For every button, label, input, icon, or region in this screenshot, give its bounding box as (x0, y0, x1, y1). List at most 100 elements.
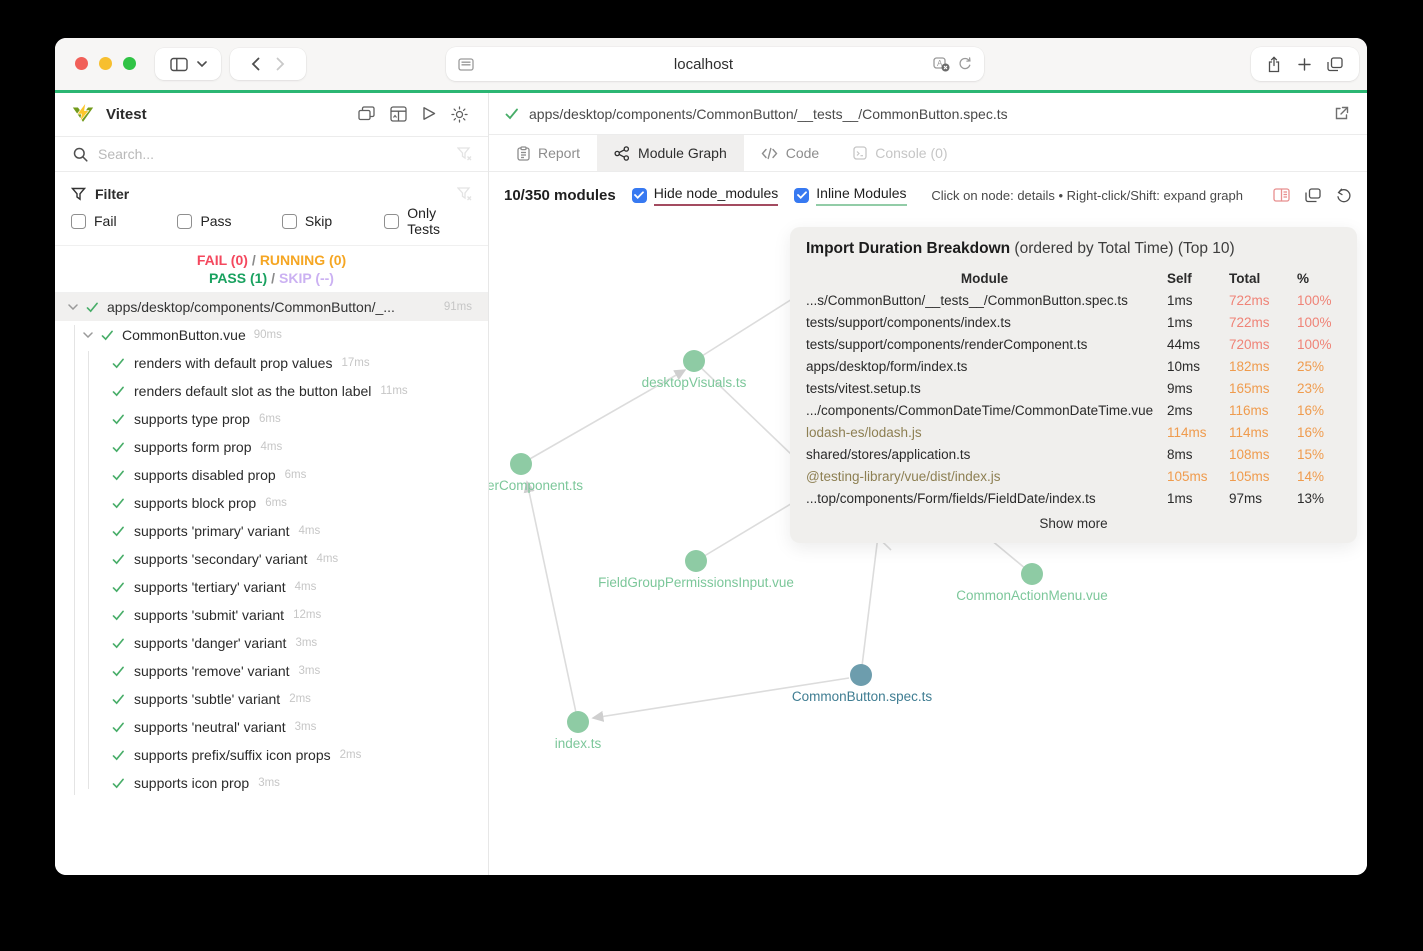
table-row[interactable]: tests/vitest.setup.ts 9ms 165ms 23% (806, 377, 1341, 399)
table-row[interactable]: @testing-library/vue/dist/index.js 105ms 1… (806, 465, 1341, 487)
hide-node-modules-checkbox[interactable]: Hide node_modules (631, 185, 779, 206)
theme-toggle-icon[interactable] (451, 106, 468, 123)
back-icon[interactable] (251, 57, 260, 71)
reload-icon[interactable] (958, 57, 972, 71)
checkbox-checked-icon[interactable] (631, 187, 647, 203)
share-icon[interactable] (1267, 55, 1281, 73)
expand-graph-icon[interactable] (1305, 187, 1321, 203)
module-graph-canvas[interactable]: desktopVisuals.ts erComponent.ts FieldGr… (489, 218, 1367, 875)
table-row[interactable]: tests/support/components/index.ts 1ms 722m… (806, 311, 1341, 333)
graph-node-label[interactable]: erComponent.ts (489, 478, 583, 493)
filter-checkbox-fail[interactable]: Fail (71, 213, 177, 229)
new-tab-icon[interactable] (1297, 57, 1311, 71)
tab-module-graph[interactable]: Module Graph (597, 135, 744, 171)
dashboard-icon[interactable] (390, 106, 407, 123)
skip-count: SKIP (--) (279, 270, 334, 286)
open-in-editor-icon[interactable] (1334, 106, 1349, 121)
chevron-down-icon[interactable] (68, 304, 78, 310)
graph-node[interactable] (567, 711, 589, 733)
test-row[interactable]: supports type prop 6ms (55, 405, 488, 433)
forward-icon[interactable] (276, 57, 285, 71)
run-all-icon[interactable] (422, 106, 436, 123)
close-window-button[interactable] (75, 57, 88, 70)
tab-code[interactable]: Code (744, 135, 836, 171)
cell-module: shared/stores/application.ts (806, 446, 971, 462)
table-row[interactable]: apps/desktop/form/index.ts 10ms 182ms 25% (806, 355, 1341, 377)
checkbox-label: Pass (200, 213, 232, 229)
test-duration: 6ms (284, 469, 307, 481)
table-row[interactable]: ...s/CommonButton/__tests__/CommonButton… (806, 289, 1341, 311)
graph-node-label[interactable]: desktopVisuals.ts (642, 375, 747, 390)
test-row[interactable]: supports 'subtle' variant 2ms (55, 685, 488, 713)
test-row[interactable]: supports block prop 6ms (55, 489, 488, 517)
test-row[interactable]: supports 'neutral' variant 3ms (55, 713, 488, 741)
checkbox-icon[interactable] (384, 213, 400, 229)
reset-graph-icon[interactable] (1336, 188, 1351, 203)
test-row[interactable]: supports prefix/suffix icon props 2ms (55, 741, 488, 769)
checkbox-checked-icon[interactable] (794, 187, 810, 203)
table-row[interactable]: tests/support/components/renderComponent… (806, 333, 1341, 355)
test-name: supports form prop (134, 439, 252, 455)
page-format-icon[interactable] (458, 57, 474, 71)
clear-search-filter-icon[interactable] (457, 147, 472, 161)
filter-icon (71, 187, 86, 201)
test-row[interactable]: supports 'danger' variant 3ms (55, 629, 488, 657)
graph-node-label[interactable]: index.ts (555, 736, 602, 751)
minimize-window-button[interactable] (99, 57, 112, 70)
cell-total: 182ms (1229, 358, 1270, 374)
graph-node-label[interactable]: FieldGroupPermissionsInput.vue (598, 575, 794, 590)
graph-node[interactable] (510, 453, 532, 475)
chevron-down-icon[interactable] (83, 332, 93, 338)
checkbox-icon[interactable] (177, 213, 193, 229)
graph-node-active[interactable] (850, 664, 872, 686)
test-file-row[interactable]: apps/desktop/components/CommonButton/_..… (55, 293, 488, 321)
filter-checkbox-skip[interactable]: Skip (281, 213, 384, 229)
checkbox-icon[interactable] (281, 213, 297, 229)
table-row[interactable]: .../components/CommonDateTime/CommonDate… (806, 399, 1341, 421)
test-row[interactable]: supports disabled prop 6ms (55, 461, 488, 489)
filter-checkbox-only-tests[interactable]: Only Tests (384, 205, 472, 237)
checkbox-icon[interactable] (71, 213, 86, 229)
test-row[interactable]: renders default slot as the button label… (55, 377, 488, 405)
zoom-window-button[interactable] (123, 57, 136, 70)
table-row[interactable]: lodash-es/lodash.js 114ms 114ms 16% (806, 421, 1341, 443)
test-row[interactable]: supports 'primary' variant 4ms (55, 517, 488, 545)
sidebar-toggle-icon[interactable] (169, 57, 188, 72)
graph-node-label[interactable]: CommonActionMenu.vue (956, 588, 1108, 603)
main-panel: apps/desktop/components/CommonButton/__t… (489, 93, 1367, 875)
graph-node[interactable] (683, 350, 705, 372)
indent-guide (74, 325, 75, 795)
col-module: Module (960, 270, 1009, 286)
tabs-overview-icon[interactable] (1327, 56, 1343, 72)
collapse-panels-icon[interactable] (358, 106, 375, 123)
graph-node[interactable] (1021, 563, 1043, 585)
search-input[interactable] (98, 146, 447, 162)
test-row[interactable]: supports 'remove' variant 3ms (55, 657, 488, 685)
test-row[interactable]: supports icon prop 3ms (55, 769, 488, 797)
pass-check-icon (112, 526, 125, 537)
graph-node[interactable] (685, 550, 707, 572)
table-row[interactable]: shared/stores/application.ts 8ms 108ms 15% (806, 443, 1341, 465)
tab-report[interactable]: Report (500, 135, 597, 171)
cell-module: tests/vitest.setup.ts (806, 380, 921, 396)
test-row[interactable]: supports 'submit' variant 12ms (55, 601, 488, 629)
show-more-link[interactable]: Show more (806, 516, 1341, 531)
tab-console[interactable]: Console (0) (836, 135, 964, 171)
table-row[interactable]: ...top/components/Form/fields/FieldDate/… (806, 487, 1341, 509)
test-name: supports type prop (134, 411, 250, 427)
test-row[interactable]: supports 'tertiary' variant 4ms (55, 573, 488, 601)
graph-node-label[interactable]: CommonButton.spec.ts (792, 689, 932, 704)
test-row[interactable]: supports 'secondary' variant 4ms (55, 545, 488, 573)
test-row[interactable]: supports form prop 4ms (55, 433, 488, 461)
url-text[interactable]: localhost (474, 56, 933, 73)
address-bar[interactable]: localhost A (446, 47, 984, 81)
clear-filter-icon[interactable] (457, 187, 472, 201)
test-name: supports disabled prop (134, 467, 276, 483)
translate-icon[interactable]: A (933, 56, 950, 72)
suite-row[interactable]: CommonButton.vue 90ms (55, 321, 488, 349)
chevron-down-icon[interactable] (196, 61, 207, 67)
test-row[interactable]: renders with default prop values 17ms (55, 349, 488, 377)
details-panel-icon[interactable] (1273, 187, 1290, 203)
inline-modules-checkbox[interactable]: Inline Modules (794, 185, 907, 206)
filter-checkbox-pass[interactable]: Pass (177, 213, 281, 229)
